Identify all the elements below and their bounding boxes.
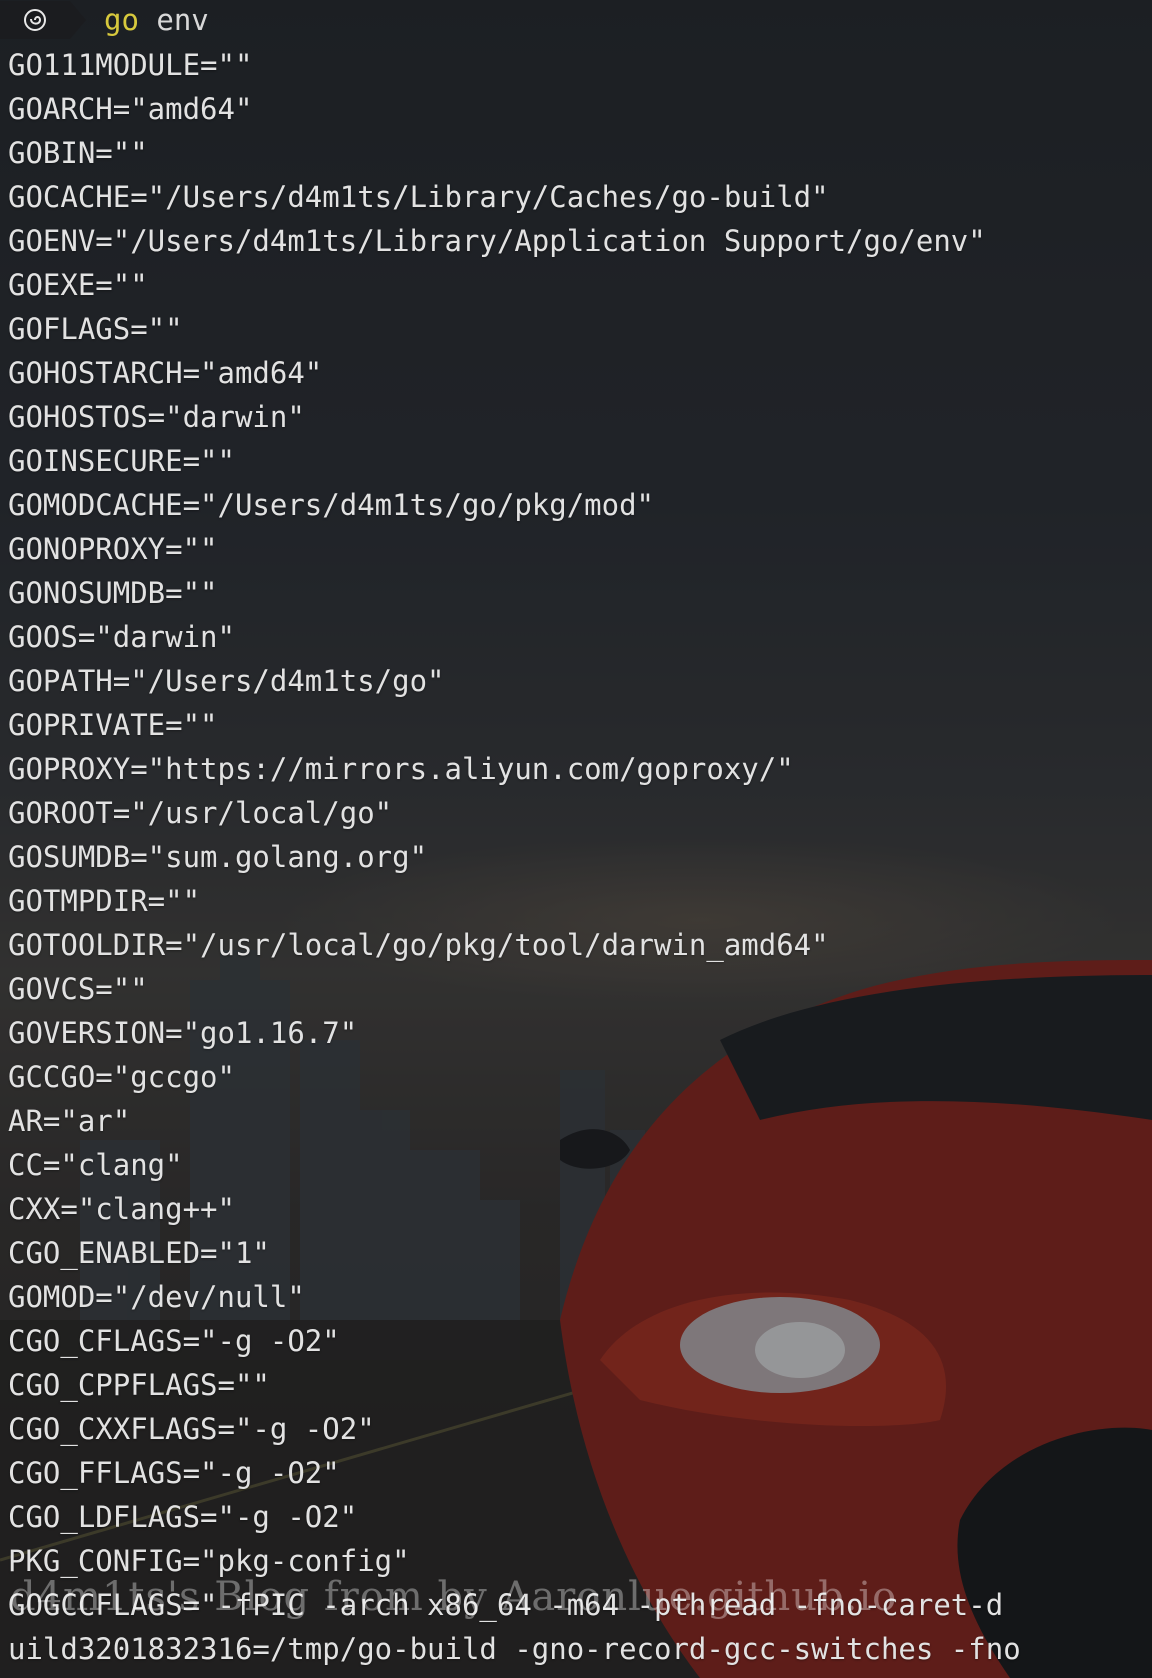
output-line: GOTMPDIR="" [8, 884, 201, 918]
output-line: GOVCS="" [8, 972, 148, 1006]
output-line: CGO_LDFLAGS="-g -O2" [8, 1500, 358, 1534]
terminal-swirl-icon [24, 9, 46, 31]
output-line: CGO_FFLAGS="-g -O2" [8, 1456, 340, 1490]
output-line: GCCGO="gccgo" [8, 1060, 235, 1094]
command-args: env [138, 3, 209, 37]
output-line: CGO_ENABLED="1" [8, 1236, 270, 1270]
command-input[interactable]: go env [104, 3, 209, 37]
output-line: GOINSECURE="" [8, 444, 235, 478]
output-line: GO111MODULE="" [8, 48, 253, 82]
prompt-segment [0, 1, 70, 39]
output-line: GOEXE="" [8, 268, 148, 302]
output-line: GONOSUMDB="" [8, 576, 218, 610]
output-line: GOSUMDB="sum.golang.org" [8, 840, 428, 874]
output-line: GOMOD="/dev/null" [8, 1280, 305, 1314]
output-line: GOARCH="amd64" [8, 92, 253, 126]
terminal-window[interactable]: go env GO111MODULE="" GOARCH="amd64" GOBIN… [0, 0, 1152, 1678]
output-line: AR="ar" [8, 1104, 131, 1138]
output-line: GOPRIVATE="" [8, 708, 218, 742]
shell-prompt: go env [0, 0, 1152, 40]
output-line: CGO_CPPFLAGS="" [8, 1368, 270, 1402]
output-line: GOPROXY="https://mirrors.aliyun.com/gopr… [8, 752, 794, 786]
output-line: GOPATH="/Users/d4m1ts/go" [8, 664, 445, 698]
output-line: GOBIN="" [8, 136, 148, 170]
output-line: CC="clang" [8, 1148, 183, 1182]
command-output: GO111MODULE="" GOARCH="amd64" GOBIN="" GOCA… [8, 43, 1152, 1671]
prompt-arrow-icon [70, 1, 86, 39]
output-line: GOENV="/Users/d4m1ts/Library/Application… [8, 224, 986, 258]
output-line: GOHOSTOS="darwin" [8, 400, 305, 434]
output-line: CGO_CFLAGS="-g -O2" [8, 1324, 340, 1358]
output-line: CGO_CXXFLAGS="-g -O2" [8, 1412, 375, 1446]
output-line: GOHOSTARCH="amd64" [8, 356, 323, 390]
command-keyword: go [104, 3, 139, 37]
output-line: GOTOOLDIR="/usr/local/go/pkg/tool/darwin… [8, 928, 829, 962]
output-line: CXX="clang++" [8, 1192, 235, 1226]
output-line: uild3201832316=/tmp/go-build -gno-record… [8, 1632, 1021, 1666]
output-line: GOCACHE="/Users/d4m1ts/Library/Caches/go… [8, 180, 829, 214]
output-line: GOFLAGS="" [8, 312, 183, 346]
output-line: GOOS="darwin" [8, 620, 235, 654]
output-line: GOMODCACHE="/Users/d4m1ts/go/pkg/mod" [8, 488, 655, 522]
output-line: GOVERSION="go1.16.7" [8, 1016, 358, 1050]
output-line: GOROOT="/usr/local/go" [8, 796, 393, 830]
output-line: GONOPROXY="" [8, 532, 218, 566]
blog-watermark: d4m1ts's Blog from by Aaronlue.github.io [10, 1574, 898, 1620]
